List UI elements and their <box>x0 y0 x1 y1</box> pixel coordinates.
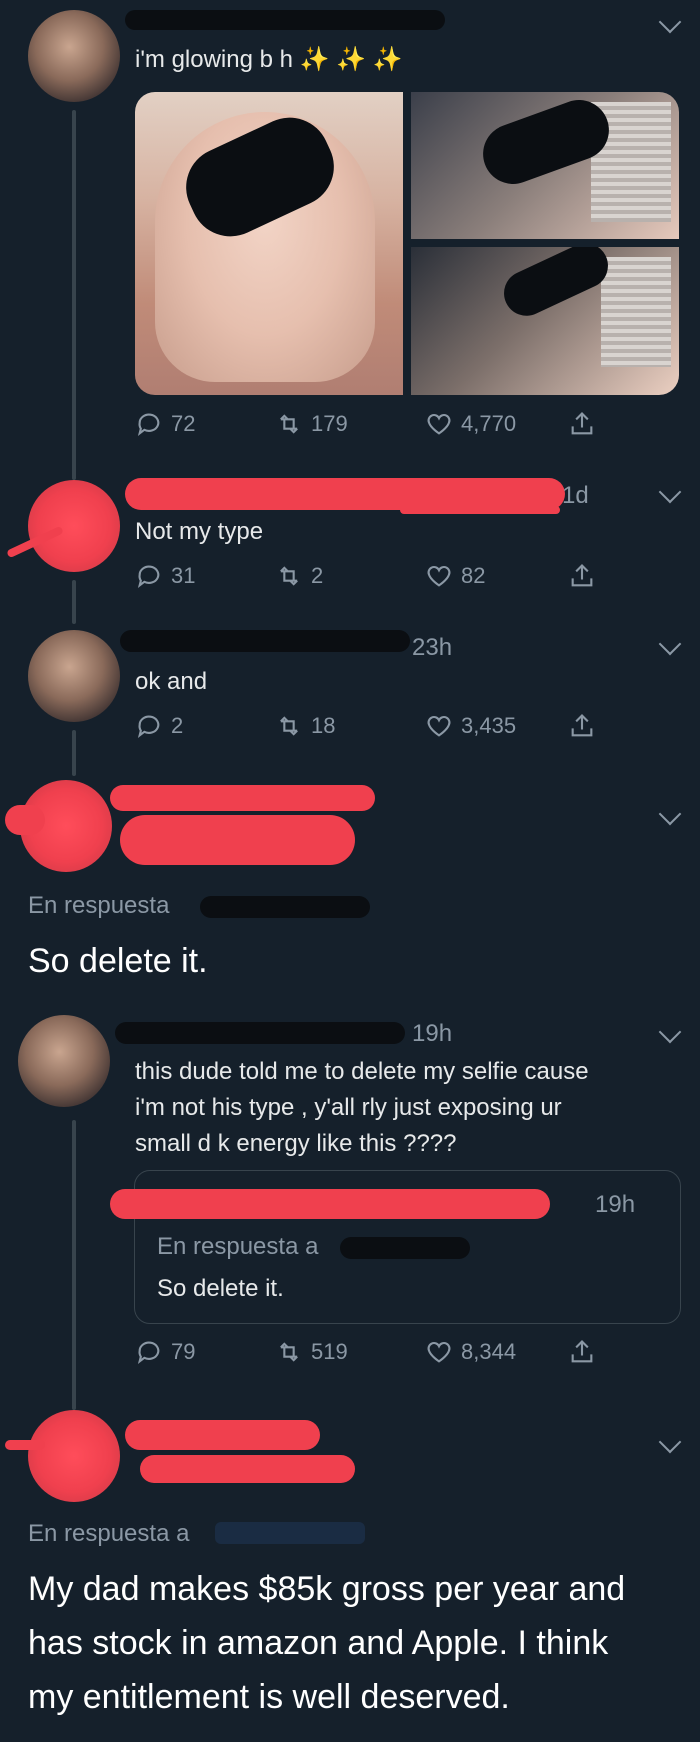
retweet-action[interactable]: 519 <box>275 1338 348 1366</box>
heart-icon <box>427 1341 451 1363</box>
retweet-icon <box>280 414 298 434</box>
chevron-down-icon[interactable] <box>658 1430 682 1454</box>
redacted-face <box>496 247 616 324</box>
retweet-action[interactable]: 18 <box>275 712 335 740</box>
share-action[interactable] <box>568 712 596 740</box>
window-blinds <box>601 257 671 367</box>
thread-line <box>72 580 76 624</box>
share-icon <box>571 412 593 435</box>
tweet-time: 19h <box>412 1020 453 1047</box>
retweet-count: 2 <box>311 563 324 588</box>
redaction-stroke <box>5 1440 45 1450</box>
redacted-handle <box>340 1237 470 1259</box>
media-grid[interactable] <box>135 92 679 395</box>
reply-icon <box>137 1341 160 1364</box>
like-count: 3,435 <box>461 713 517 738</box>
chevron-down-icon[interactable] <box>658 802 682 826</box>
share-icon <box>571 714 593 737</box>
reply-icon <box>137 715 160 738</box>
like-count: 4,770 <box>461 411 517 436</box>
reply-count: 72 <box>171 411 196 436</box>
tweet-text: Not my type <box>135 518 264 545</box>
reply-action[interactable]: 72 <box>135 410 195 438</box>
thread-line <box>72 1120 76 1410</box>
chevron-down-icon[interactable] <box>658 10 682 34</box>
avatar[interactable] <box>28 10 120 102</box>
chevron-down-icon[interactable] <box>658 632 682 656</box>
tweet-text: i'm glowing b h ✨ ✨ ✨ <box>135 46 403 73</box>
redacted-handle <box>200 896 370 918</box>
quoted-tweet[interactable]: 19h En respuesta a So delete it. <box>110 1170 681 1324</box>
avatar[interactable] <box>28 1410 120 1502</box>
redacted-handle <box>140 1455 355 1483</box>
retweet-icon <box>280 716 298 736</box>
like-action[interactable]: 4,770 <box>425 410 516 438</box>
retweet-action[interactable]: 179 <box>275 410 348 438</box>
retweet-icon <box>280 1342 298 1362</box>
reply-action[interactable]: 31 <box>135 562 195 590</box>
redacted-username <box>110 785 375 811</box>
thread-line <box>72 730 76 776</box>
like-action[interactable]: 8,344 <box>425 1338 516 1366</box>
avatar[interactable] <box>28 630 120 722</box>
like-count: 82 <box>461 563 486 588</box>
tweet-text: ok and <box>135 668 208 695</box>
reply-count: 79 <box>171 1339 196 1364</box>
redaction-stroke <box>5 805 45 835</box>
redacted-username <box>115 1022 405 1044</box>
avatar[interactable] <box>28 480 120 572</box>
share-action[interactable] <box>568 562 596 590</box>
photo-1[interactable] <box>135 92 403 395</box>
reply-count: 2 <box>171 713 184 738</box>
heart-icon <box>427 565 451 587</box>
tweet-text-line: has stock in amazon and Apple. I think <box>28 1624 609 1662</box>
tweet-text: So delete it. <box>28 942 208 980</box>
retweet-count: 179 <box>311 411 348 436</box>
quoted-reply-label: En respuesta a <box>157 1233 319 1260</box>
tweet-text-line: i'm not his type , y'all rly just exposi… <box>135 1094 562 1121</box>
reply-label: En respuesta a <box>28 1520 190 1547</box>
redacted-username <box>125 10 445 30</box>
reply-count: 31 <box>171 563 196 588</box>
share-icon <box>571 1340 593 1363</box>
quoted-text: So delete it. <box>157 1275 284 1302</box>
thread-line <box>72 110 76 480</box>
tweet-text-line: my entitlement is well deserved. <box>28 1678 510 1716</box>
reply-icon <box>137 413 160 436</box>
reply-action[interactable]: 79 <box>135 1338 195 1366</box>
redacted-handle <box>120 815 355 865</box>
chevron-down-icon[interactable] <box>658 1020 682 1044</box>
retweet-count: 18 <box>311 713 336 738</box>
reply-icon <box>137 565 160 588</box>
redacted-handle <box>215 1522 365 1544</box>
photo-3[interactable] <box>411 247 679 395</box>
redacted-username <box>120 630 410 652</box>
quoted-time: 19h <box>595 1191 636 1218</box>
redacted-username <box>110 1189 550 1219</box>
redacted-username <box>125 1420 320 1450</box>
heart-icon <box>427 715 451 737</box>
photo-2[interactable] <box>411 92 679 239</box>
like-count: 8,344 <box>461 1339 517 1364</box>
like-action[interactable]: 3,435 <box>425 712 516 740</box>
chevron-down-icon[interactable] <box>658 480 682 504</box>
reply-action[interactable]: 2 <box>135 712 183 740</box>
tweet-text-line: My dad makes $85k gross per year and <box>28 1570 626 1608</box>
like-action[interactable]: 82 <box>425 562 485 590</box>
tweet-time: 1d <box>562 482 589 509</box>
share-action[interactable] <box>568 410 596 438</box>
heart-icon <box>427 413 451 435</box>
retweet-action[interactable]: 2 <box>275 562 323 590</box>
retweet-count: 519 <box>311 1339 348 1364</box>
retweet-icon <box>280 566 298 586</box>
tweet-text-line: small d k energy like this ???? <box>135 1130 457 1157</box>
reply-label: En respuesta <box>28 892 170 919</box>
avatar[interactable] <box>18 1015 110 1107</box>
share-icon <box>571 564 593 587</box>
tweet-text-line: this dude told me to delete my selfie ca… <box>135 1058 589 1085</box>
redacted-handle <box>400 506 560 514</box>
tweet-time: 23h <box>412 634 453 661</box>
share-action[interactable] <box>568 1338 596 1366</box>
